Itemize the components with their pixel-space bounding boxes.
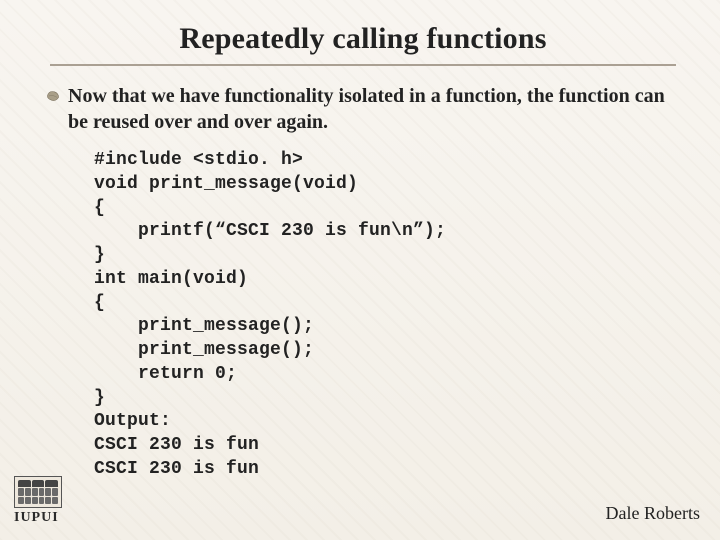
author-footer: Dale Roberts	[606, 503, 700, 524]
leaf-bullet-icon	[46, 89, 60, 103]
title-underline	[50, 64, 676, 66]
slide: Repeatedly calling functions Now that we…	[0, 0, 720, 540]
logo-building-icon	[14, 476, 62, 508]
code-block: #include <stdio. h> void print_message(v…	[94, 149, 680, 482]
iupui-logo: IUPUI	[14, 476, 62, 526]
logo-text: IUPUI	[14, 510, 62, 526]
slide-title: Repeatedly calling functions	[46, 22, 680, 56]
slide-body: Now that we have functionality isolated …	[46, 84, 680, 135]
slide-body-text: Now that we have functionality isolated …	[68, 85, 665, 133]
